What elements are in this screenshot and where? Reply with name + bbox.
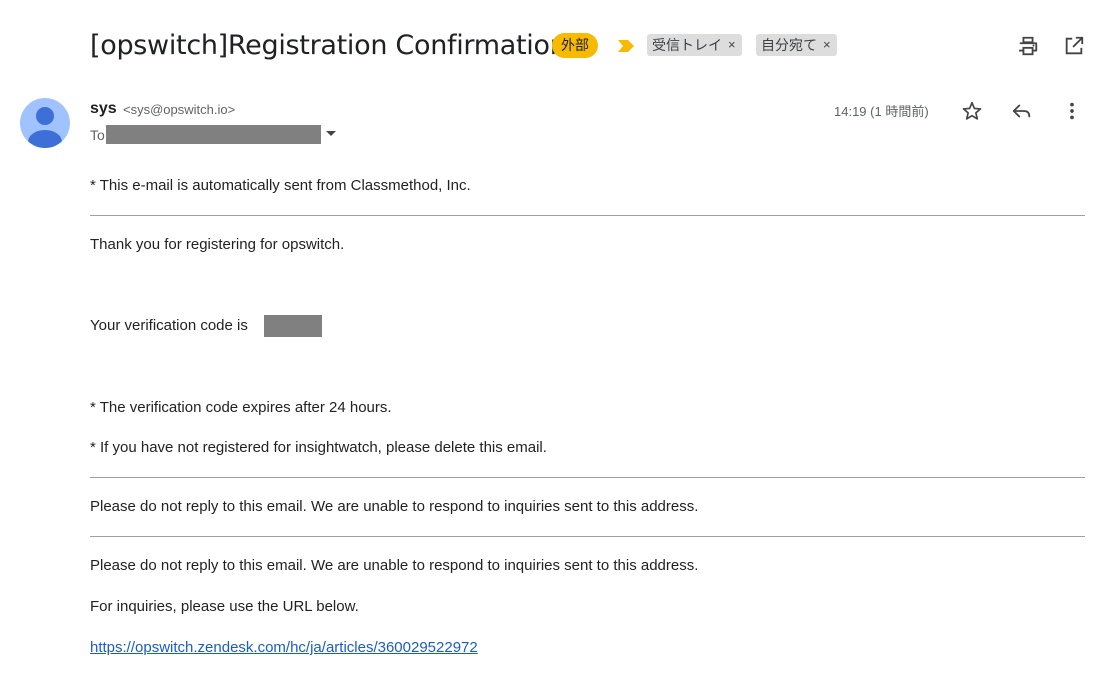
body-code-expiry: * The verification code expires after 24…: [90, 399, 392, 416]
label-chip-name: 受信トレイ: [652, 37, 722, 53]
body-inquiries: For inquiries, please use the URL below.: [90, 598, 359, 615]
support-link[interactable]: https://opswitch.zendesk.com/hc/ja/artic…: [90, 639, 478, 657]
more-options-button[interactable]: [1060, 99, 1084, 123]
body-delete-notice: * If you have not registered for insight…: [90, 439, 547, 456]
print-button[interactable]: [1016, 34, 1040, 58]
body-verification-code-label: Your verification code is: [90, 317, 248, 334]
divider: [90, 215, 1085, 216]
label-chip-inbox[interactable]: 受信トレイ ×: [647, 34, 742, 56]
printer-icon: [1018, 36, 1038, 56]
remove-label-icon[interactable]: ×: [728, 34, 736, 56]
body-thanks: Thank you for registering for opswitch.: [90, 236, 345, 253]
importance-marker-icon[interactable]: [617, 39, 635, 53]
open-in-new-icon: [1065, 36, 1084, 55]
divider: [90, 536, 1085, 537]
sender-name: sys: [90, 100, 117, 117]
more-vertical-icon: [1070, 102, 1074, 120]
external-badge: 外部: [552, 33, 598, 58]
email-subject: [opswitch]Registration Confirmation: [90, 30, 567, 61]
remove-label-icon[interactable]: ×: [823, 34, 831, 56]
label-chip-to-me[interactable]: 自分宛て ×: [756, 34, 837, 56]
body-no-reply-notice: Please do not reply to this email. We ar…: [90, 557, 699, 574]
reply-button[interactable]: [1010, 99, 1034, 123]
open-in-new-window-button[interactable]: [1062, 34, 1086, 58]
body-no-reply-notice: Please do not reply to this email. We ar…: [90, 498, 699, 515]
recipient-details-dropdown-icon[interactable]: [326, 131, 336, 136]
label-chip-name: 自分宛て: [761, 37, 817, 53]
email-timestamp: 14:19 (1 時間前): [834, 104, 929, 119]
recipient-label: To: [90, 127, 105, 143]
reply-icon: [1012, 104, 1031, 118]
star-button[interactable]: [960, 99, 984, 123]
person-icon: [28, 107, 62, 148]
sender-avatar[interactable]: [20, 98, 70, 148]
divider: [90, 477, 1085, 478]
sender-email: <sys@opswitch.io>: [123, 102, 236, 117]
verification-code-redacted: [264, 315, 322, 337]
body-auto-sent-notice: * This e-mail is automatically sent from…: [90, 177, 471, 194]
recipient-redacted: [106, 125, 321, 144]
star-icon: [962, 101, 982, 120]
